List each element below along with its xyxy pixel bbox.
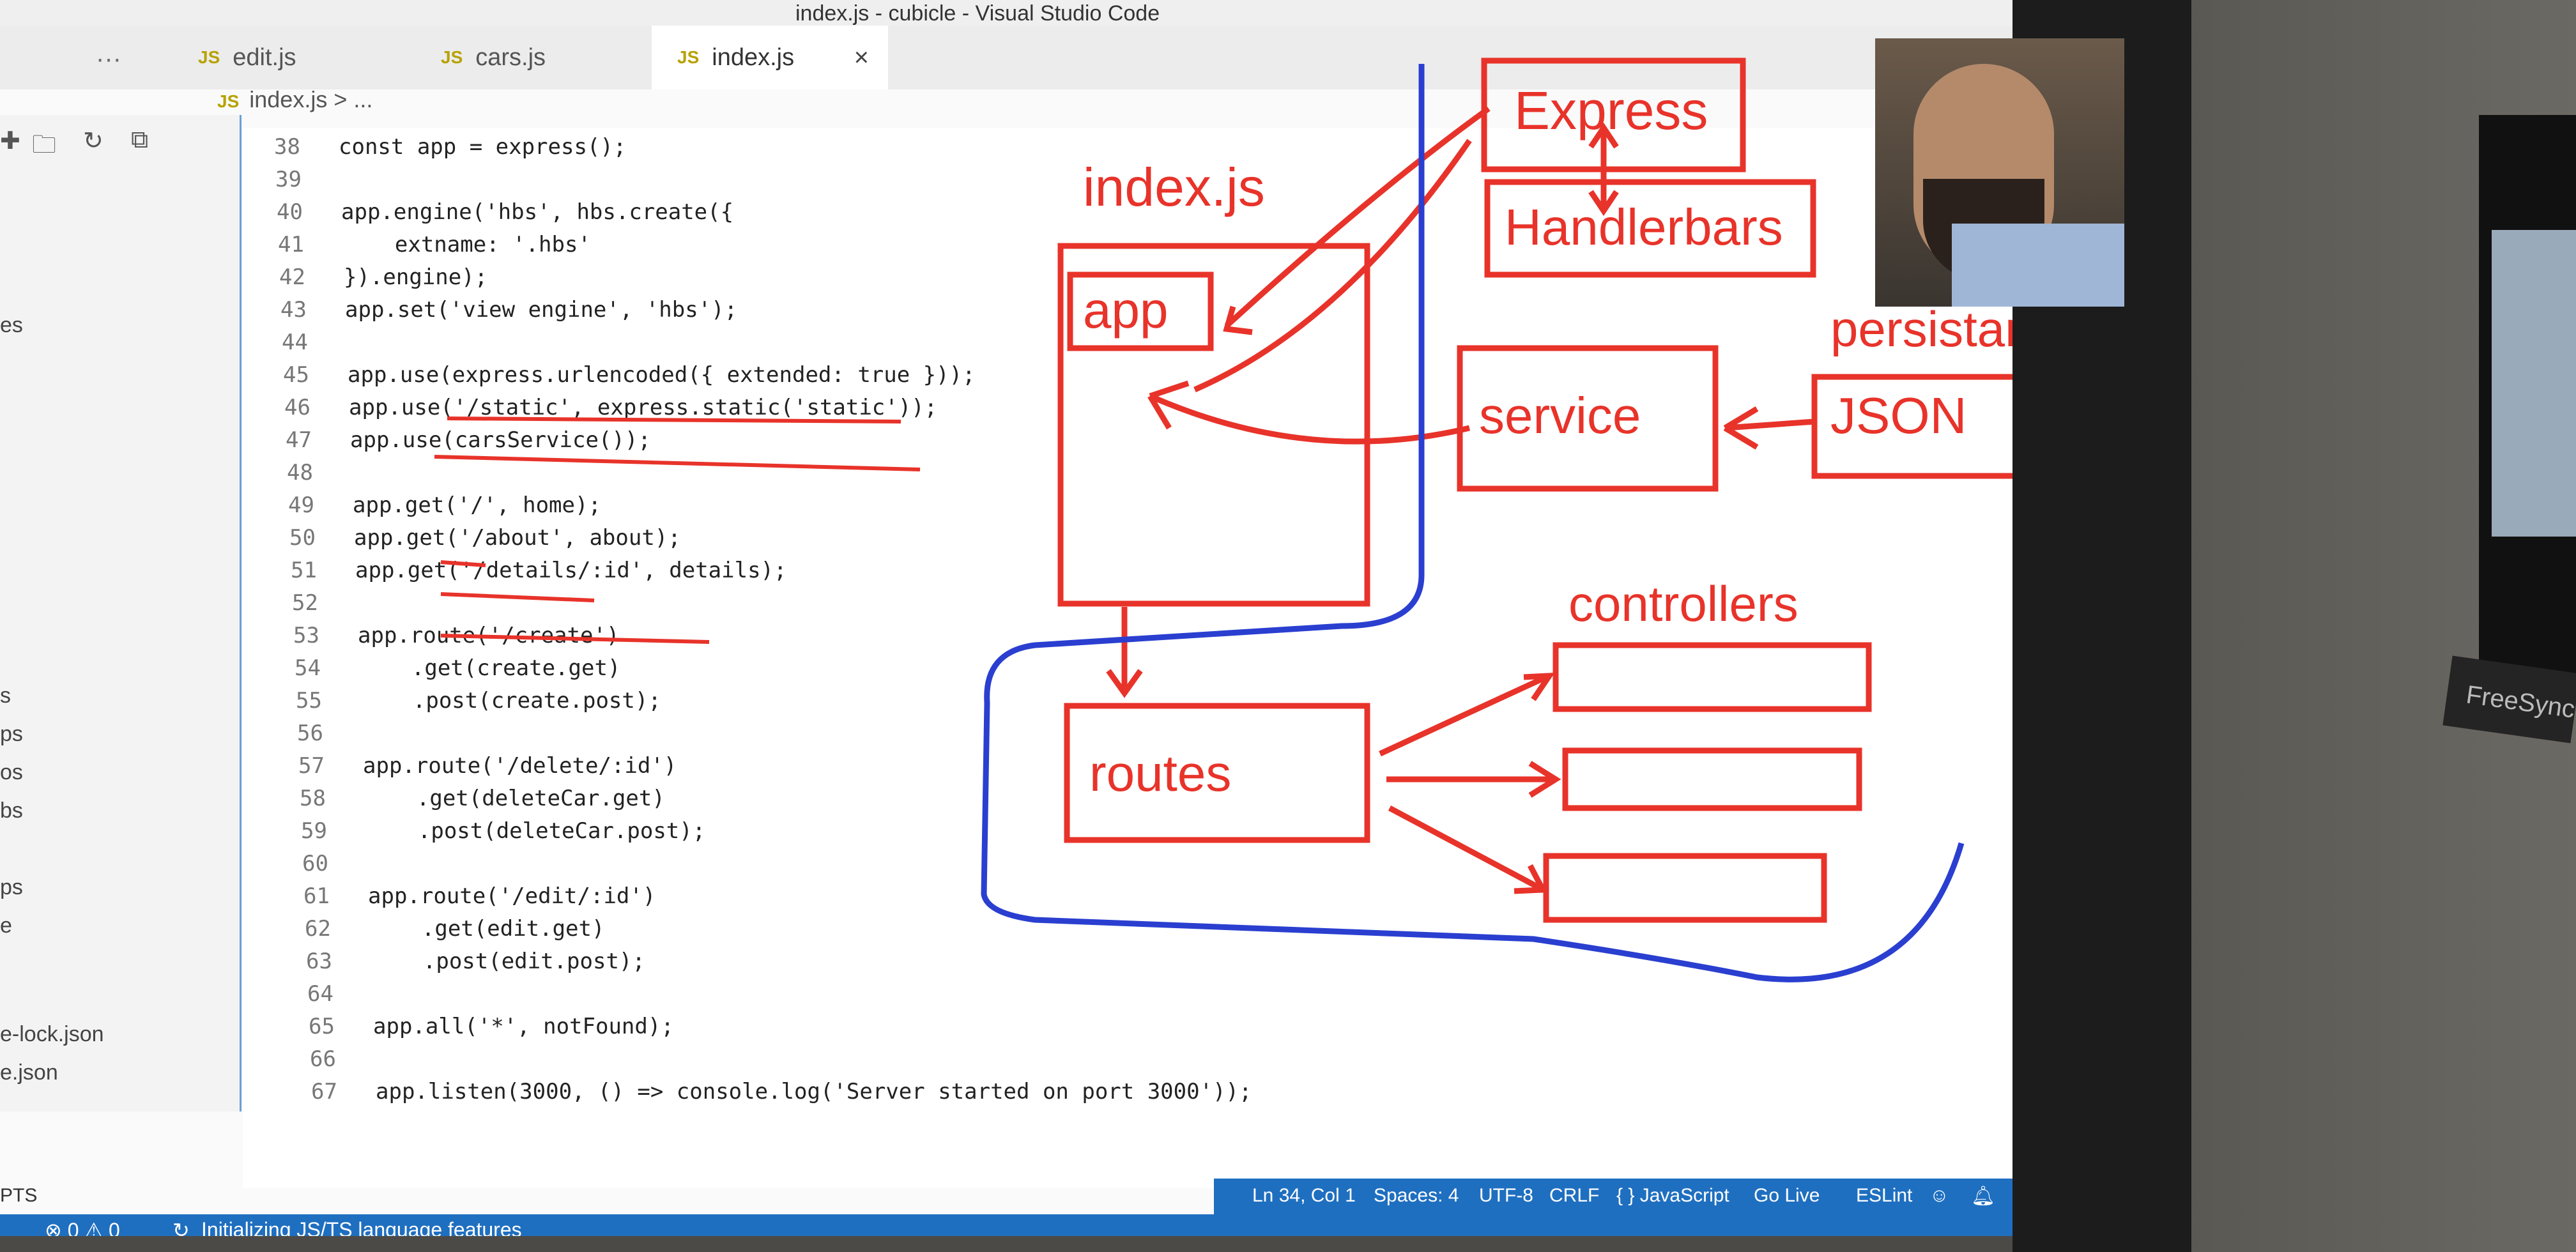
webcam-overlay — [1875, 38, 2124, 307]
routes-label: routes — [1089, 745, 1232, 802]
freesync-label: FreeSync — [2464, 680, 2576, 724]
status-right: Ln 34, Col 1 Spaces: 4 UTF-8 CRLF { } Ja… — [1214, 1179, 2012, 1214]
diagram-title: index.js — [1083, 157, 1265, 217]
arrow-routes-c3 — [1388, 805, 1542, 890]
cursor-position[interactable]: Ln 34, Col 1 — [1252, 1185, 1356, 1207]
sidebar-section-label[interactable]: PTS — [0, 1185, 37, 1207]
line-ending[interactable]: CRLF — [1549, 1185, 1599, 1207]
express-label: Express — [1514, 80, 1708, 141]
controller-box-2 — [1562, 747, 1862, 811]
controller-box-1 — [1552, 642, 1872, 712]
status-message: Initializing JS/TS language features — [201, 1218, 522, 1236]
side-device — [2479, 115, 2576, 677]
app-label: app — [1083, 282, 1169, 339]
device-screen — [2492, 230, 2576, 537]
bell-icon[interactable]: 🔔︎ — [1971, 1185, 1995, 1207]
presenter-shirt — [1952, 224, 2124, 307]
feedback-icon[interactable]: ☺ — [1929, 1185, 1949, 1207]
go-live-button[interactable]: Go Live — [1754, 1185, 1820, 1207]
status-bar: Ln 34, Col 1 Spaces: 4 UTF-8 CRLF { } Ja… — [0, 1179, 2012, 1236]
language-mode[interactable]: { } JavaScript — [1616, 1185, 1729, 1207]
indentation[interactable]: Spaces: 4 — [1374, 1185, 1459, 1207]
controller-box-3 — [1543, 853, 1827, 923]
handlebars-label: Handlerbars — [1505, 199, 1783, 256]
underline-urlencoded — [447, 416, 901, 424]
underline-routes — [440, 560, 710, 644]
underline-static — [434, 455, 921, 471]
sync-icon: ↻ — [172, 1219, 190, 1236]
service-label: service — [1479, 387, 1641, 444]
eslint-status[interactable]: ESLint — [1856, 1185, 1912, 1207]
encoding[interactable]: UTF-8 — [1479, 1185, 1533, 1207]
problems-indicator[interactable]: ⊗ 0 ⚠ 0 — [45, 1218, 120, 1236]
arrow-express-app — [1224, 106, 1491, 328]
json-label: JSON — [1830, 387, 1967, 444]
vscode-window: index.js - cubicle - Visual Studio Code … — [0, 0, 2012, 1236]
controllers-label: controllers — [1568, 576, 1798, 632]
status-left: ⊗ 0 ⚠ 0 ↻ Initializing JS/TS language fe… — [0, 1214, 2012, 1236]
persistence-label: persistance — [1830, 301, 2012, 357]
arrow-routes-c1 — [1379, 674, 1547, 757]
